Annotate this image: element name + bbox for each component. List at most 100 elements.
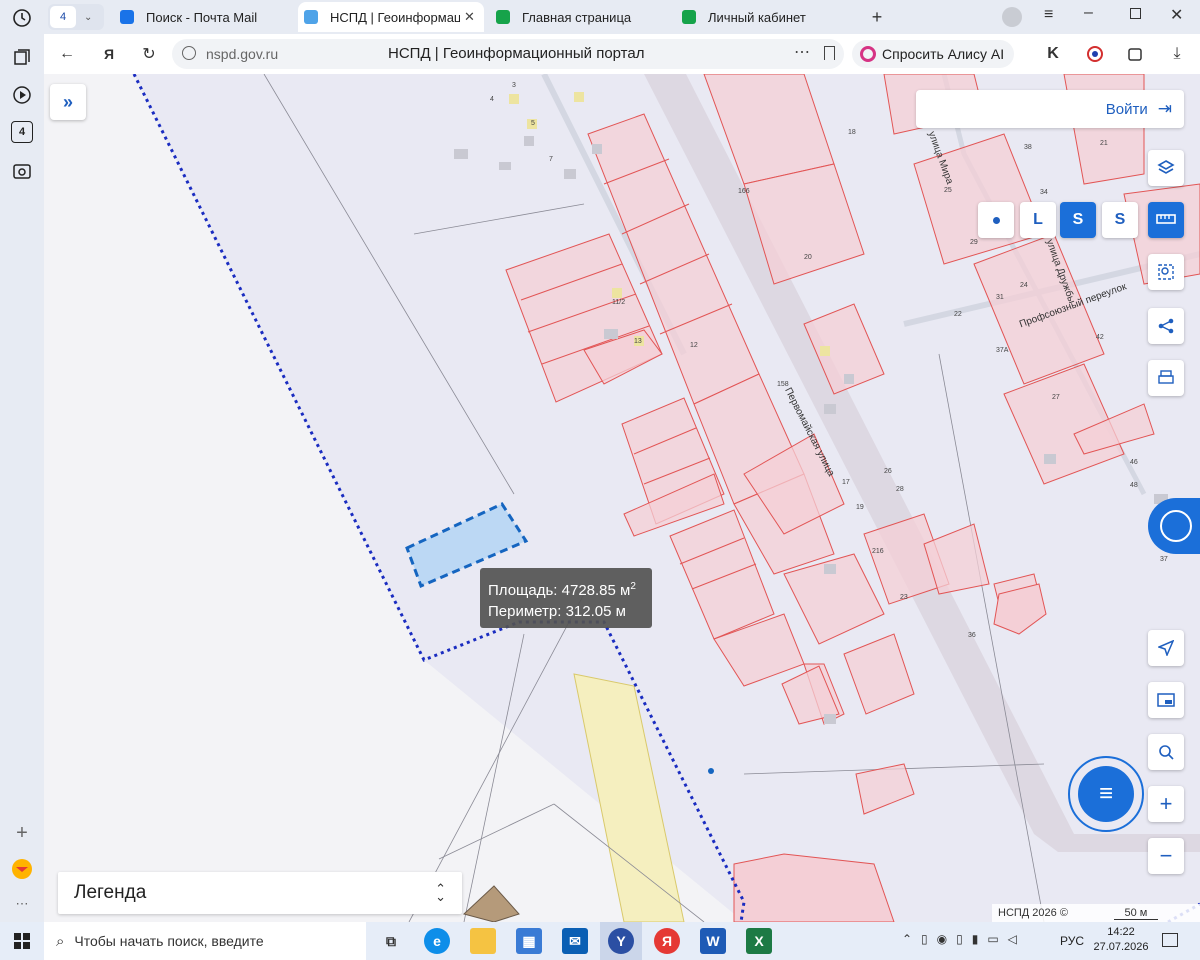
building-number: 166	[738, 188, 750, 195]
more-icon[interactable]: ⋯	[11, 893, 33, 915]
language-indicator[interactable]: РУС	[1060, 934, 1084, 948]
minimize-icon[interactable]: –	[1084, 4, 1093, 22]
browser-sidebar: 4 + ⋯	[0, 0, 44, 922]
store-icon[interactable]: ▦	[516, 928, 542, 954]
back-arrow-icon[interactable]: ←	[56, 43, 78, 65]
print-button[interactable]	[1148, 360, 1184, 396]
tab-nspd[interactable]: НСПД | Геоинформаци ✕	[298, 2, 484, 32]
share-button[interactable]	[1148, 308, 1184, 344]
login-label: Войти	[1105, 100, 1148, 118]
play-icon[interactable]	[11, 84, 33, 106]
gosuslugi-favicon-icon	[496, 10, 510, 24]
downloads-panel-icon[interactable]	[1124, 43, 1146, 65]
history-icon[interactable]	[11, 7, 33, 29]
download-icon[interactable]: ⤓	[1166, 43, 1188, 65]
building-number: 12	[690, 342, 698, 349]
legend-panel[interactable]: Легенда ⌃ ⌄	[58, 872, 462, 914]
new-tab-button[interactable]: +	[866, 6, 888, 28]
area-row: Площадь: 4728.85 м2	[488, 576, 644, 601]
login-icon: ⇥	[1157, 99, 1172, 118]
area-measure-button[interactable]: S	[1060, 202, 1096, 238]
close-window-icon[interactable]: ✕	[1170, 5, 1183, 25]
chat-button[interactable]: ≡	[1068, 756, 1144, 832]
reload-icon[interactable]: ↻	[138, 43, 160, 65]
login-button[interactable]: Войти ⇥	[916, 90, 1184, 128]
tab-group-button[interactable]: 4 ⌄	[48, 4, 104, 30]
geo-search-button[interactable]	[1148, 734, 1184, 770]
windows-start-icon[interactable]	[14, 933, 30, 949]
extension-compass-icon[interactable]	[1084, 43, 1106, 65]
map-view[interactable]: Первомайская улица Профсоюзный переулок …	[44, 74, 1200, 922]
alice-button[interactable]: Спросить Алису AI	[852, 40, 1014, 68]
clock[interactable]: 14:22 27.07.2026	[1092, 925, 1150, 955]
building-number: 23	[900, 594, 908, 601]
building-number: 5	[531, 120, 535, 127]
layers-button[interactable]	[1148, 150, 1184, 186]
yandex-browser-taskbar[interactable]: Y	[600, 922, 642, 960]
locate-button[interactable]	[1148, 630, 1184, 666]
area-measure-alt-button[interactable]: S	[1102, 202, 1138, 238]
ruler-button[interactable]	[1148, 202, 1184, 238]
building-number: 27	[1052, 394, 1060, 401]
building-number: 13	[634, 338, 642, 345]
line-measure-button[interactable]: L	[1020, 202, 1056, 238]
expand-toggle-icon[interactable]: ⌃ ⌄	[435, 882, 446, 903]
edge-icon[interactable]: e	[424, 928, 450, 954]
building-number: 11/2	[612, 299, 626, 306]
search-area-button[interactable]	[1148, 254, 1184, 290]
perimeter-label: Периметр:	[488, 603, 562, 620]
legend-label: Легенда	[74, 882, 147, 903]
point-measure-button[interactable]	[978, 202, 1014, 238]
bookmark-icon[interactable]	[824, 46, 835, 60]
notifications-icon[interactable]	[1162, 933, 1178, 947]
building-number: 34	[1040, 189, 1048, 196]
add-panel-icon[interactable]: +	[11, 822, 33, 844]
profile-avatar[interactable]	[1002, 7, 1022, 27]
screenshot-icon[interactable]	[11, 160, 33, 182]
zoom-out-button[interactable]: −	[1148, 838, 1184, 874]
mail-app-icon[interactable]	[11, 858, 33, 880]
menu-icon[interactable]: ≡	[1044, 6, 1053, 24]
yandex-browser-icon: Y	[608, 928, 634, 954]
extension-k-icon[interactable]: K	[1042, 43, 1064, 65]
building-number: 31	[996, 294, 1004, 301]
explorer-icon[interactable]	[470, 928, 496, 954]
tab-main-page[interactable]: Главная страница	[490, 2, 668, 32]
building-number: 19	[856, 504, 864, 511]
word-icon[interactable]: W	[700, 928, 726, 954]
more-actions-icon[interactable]: ⋯	[794, 42, 810, 62]
task-view-icon[interactable]: ⧉	[378, 928, 404, 954]
excel-icon[interactable]: X	[746, 928, 772, 954]
yandex-logo-icon[interactable]: Я	[98, 43, 120, 65]
building-number: 36	[968, 632, 976, 639]
mail-favicon-icon	[120, 10, 134, 24]
expand-panel-button[interactable]: »	[50, 84, 86, 120]
minimap-button[interactable]	[1148, 682, 1184, 718]
tab-mail[interactable]: Поиск - Почта Mail	[114, 2, 292, 32]
taskbar-search[interactable]: ⌕ Чтобы начать поиск, введите	[44, 922, 366, 960]
close-tab-icon[interactable]: ✕	[464, 9, 475, 25]
building-number: 28	[896, 486, 904, 493]
collections-icon[interactable]	[11, 46, 33, 68]
url-field[interactable]: nspd.gov.ru НСПД | Геоинформационный пор…	[172, 39, 844, 69]
building-number: 42	[1096, 334, 1104, 341]
alice-icon	[860, 46, 876, 62]
mail-icon[interactable]: ✉	[562, 928, 588, 954]
building-number: 4	[490, 96, 494, 103]
restore-icon[interactable]	[1130, 8, 1141, 19]
building-number: 46	[1130, 459, 1138, 466]
feedback-icon	[1160, 510, 1192, 542]
gosuslugi-feedback-button[interactable]	[1148, 498, 1200, 554]
zoom-in-button[interactable]: +	[1148, 786, 1184, 822]
measurement-tooltip: Площадь: 4728.85 м2 Периметр: 312.05 м	[480, 568, 652, 628]
building-number: 37A	[996, 347, 1009, 354]
building-number: 48	[1130, 482, 1138, 489]
tab-account[interactable]: Личный кабинет	[676, 2, 854, 32]
building-number: 38	[1024, 144, 1032, 151]
tab-label: НСПД | Геоинформаци	[330, 9, 460, 25]
building-number: 22	[954, 311, 962, 318]
tray-icons[interactable]: ⌃▯◉▯▮▭◁	[902, 932, 1026, 946]
site-info-icon[interactable]	[182, 46, 196, 60]
yandex-icon[interactable]: Я	[654, 928, 680, 954]
sidebar-badge[interactable]: 4	[11, 121, 33, 143]
